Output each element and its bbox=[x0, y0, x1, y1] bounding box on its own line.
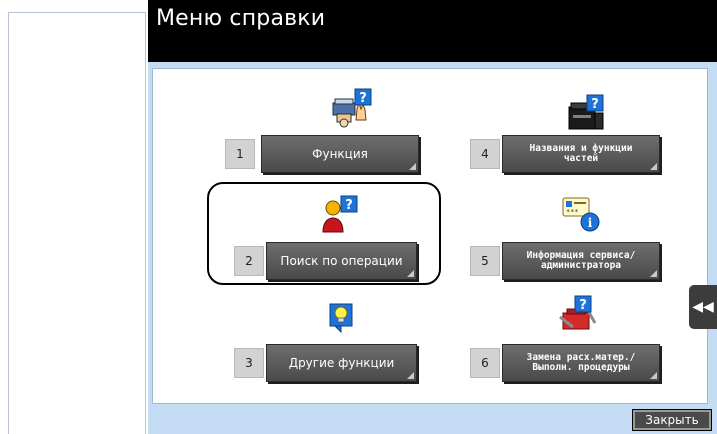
left-gutter bbox=[0, 0, 8, 434]
svg-text:?: ? bbox=[591, 97, 599, 112]
svg-text:?: ? bbox=[579, 298, 587, 313]
menu-item-5-number: 5 bbox=[470, 246, 500, 276]
menu-item-1-number: 1 bbox=[225, 139, 255, 169]
menu-item-4-number: 4 bbox=[470, 139, 500, 169]
svg-text:i: i bbox=[588, 216, 593, 230]
person-help-icon: ? bbox=[322, 195, 358, 233]
svg-text:***: *** bbox=[566, 208, 579, 216]
menu-button-service-admin-info[interactable]: Информация сервиса/администратора bbox=[502, 242, 660, 280]
menu-item-3-number: 3 bbox=[234, 348, 264, 378]
left-pane bbox=[8, 12, 146, 434]
svg-text:?: ? bbox=[359, 91, 367, 106]
id-card-info-icon: *** i bbox=[562, 197, 600, 232]
help-menu-area: ? 1 Функция ? 2 Поиск по операции 3 Друг… bbox=[148, 62, 717, 434]
collapse-panel-button[interactable]: ◀◀ bbox=[689, 285, 717, 329]
tools-help-icon: ? bbox=[559, 295, 597, 330]
menu-panel: ? 1 Функция ? 2 Поиск по операции 3 Друг… bbox=[152, 68, 708, 404]
close-button[interactable]: Закрыть bbox=[632, 409, 712, 431]
page-title: Меню справки bbox=[156, 6, 326, 31]
menu-button-search-by-operation[interactable]: Поиск по операции bbox=[266, 242, 417, 280]
menu-button-function[interactable]: Функция bbox=[261, 135, 419, 173]
function-help-icon: ? bbox=[332, 88, 372, 128]
lightbulb-help-icon bbox=[329, 303, 353, 334]
svg-text:?: ? bbox=[345, 198, 353, 213]
double-chevron-left-icon: ◀◀ bbox=[692, 299, 714, 315]
menu-button-consumables-replacement[interactable]: Замена расх.матер./ Выполн. процедуры bbox=[502, 344, 660, 382]
menu-button-parts-names[interactable]: Названия и функции частей bbox=[502, 135, 660, 173]
printer-help-icon: ? bbox=[568, 94, 604, 130]
menu-button-other-functions[interactable]: Другие функции bbox=[266, 344, 417, 382]
menu-item-6-number: 6 bbox=[470, 348, 500, 378]
menu-item-2-number: 2 bbox=[234, 246, 264, 276]
title-bar: Меню справки bbox=[148, 0, 717, 62]
